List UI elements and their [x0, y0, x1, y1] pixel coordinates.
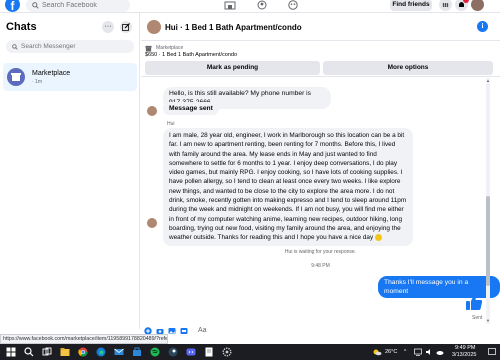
mark-as-pending-button[interactable]: Mark as pending — [145, 61, 320, 75]
message-timestamp: 9:48 PM — [311, 263, 330, 269]
network-icon[interactable] — [414, 348, 422, 356]
marketplace-nav-icon[interactable] — [224, 0, 236, 10]
more-options-button[interactable]: More options — [323, 61, 493, 75]
scroll-up-arrow-icon[interactable]: ▲ — [486, 78, 490, 83]
mail-icon[interactable] — [114, 347, 124, 357]
settings-gear-icon[interactable] — [222, 347, 232, 357]
message-scrollbar[interactable]: ▲ ▼ — [486, 78, 490, 324]
grid-icon — [442, 3, 449, 7]
gallery-icon[interactable] — [168, 327, 176, 335]
notification-center-icon[interactable] — [488, 348, 496, 356]
message-bubble-incoming-long: I am male, 28 year old, engineer, I work… — [163, 128, 413, 246]
find-friends-button[interactable]: Find friends — [390, 0, 432, 11]
marketplace-label: Marketplace — [156, 45, 184, 51]
link-status-url: https://www.facebook.com/marketplace/ite… — [0, 334, 168, 344]
compose-icon — [122, 23, 130, 31]
clock-date[interactable]: 3/13/2025 — [452, 352, 476, 358]
gif-sticker-icon[interactable] — [180, 327, 188, 335]
onedrive-cloud-icon[interactable] — [436, 348, 444, 356]
chats-sidebar: Chats ··· Marketplace · 1m — [0, 13, 140, 329]
search-icon — [12, 43, 18, 50]
discord-icon[interactable] — [186, 347, 196, 357]
marketplace-listing-banner: Marketplace $650 · 1 Bed 1 Bath Apartmen… — [141, 42, 500, 77]
search-icon[interactable] — [24, 347, 34, 357]
notification-badge — [463, 0, 469, 3]
top-navigation-bar: f Find friends — [0, 0, 500, 13]
scrollbar-thumb[interactable] — [486, 196, 490, 286]
weather-temperature[interactable]: 26°C — [385, 349, 397, 355]
messenger-search-box[interactable] — [6, 40, 134, 53]
listing-price-title[interactable]: $650 · 1 Bed 1 Bath Apartment/condo — [145, 52, 237, 58]
chat-options-button[interactable]: ··· — [102, 21, 114, 33]
contact-avatar[interactable] — [147, 20, 161, 34]
conversation-header: Hui · 1 Bed 1 Bath Apartment/condo i — [141, 13, 500, 41]
notepad-icon[interactable] — [204, 347, 214, 357]
scroll-down-arrow-icon[interactable]: ▼ — [486, 318, 490, 323]
weather-icon[interactable] — [372, 347, 382, 357]
notifications-button[interactable] — [455, 0, 469, 11]
facebook-search-box[interactable] — [26, 0, 130, 12]
info-icon[interactable]: i — [477, 21, 488, 32]
chat-item-name: Marketplace — [32, 70, 71, 77]
groups-nav-icon[interactable] — [256, 0, 268, 10]
windows-taskbar: 26°C ^ 9:49 PM 3/13/2025 — [0, 344, 500, 360]
menu-grid-button[interactable] — [439, 0, 452, 11]
facebook-logo-icon[interactable]: f — [5, 0, 20, 13]
chats-heading: Chats — [6, 21, 37, 33]
clock-time[interactable]: 9:49 PM — [455, 345, 475, 351]
new-message-button[interactable] — [120, 21, 132, 33]
chat-item-time: · 1m — [32, 79, 42, 85]
facebook-search-input[interactable] — [42, 1, 127, 9]
sender-name: Hui — [167, 121, 175, 127]
sent-status: Sent — [472, 315, 483, 321]
message-text: I am male, 28 year old, engineer, I work… — [169, 132, 407, 242]
steam-icon[interactable] — [168, 347, 178, 357]
waiting-response-text: Hui is waiting for your response. — [284, 249, 357, 255]
search-icon — [32, 1, 39, 9]
message-composer: Aa — [141, 325, 500, 339]
message-input-placeholder[interactable]: Aa — [198, 327, 207, 334]
thumbs-up-icon — [466, 294, 483, 310]
messenger-search-input[interactable] — [21, 43, 126, 50]
spotify-icon[interactable] — [150, 347, 160, 357]
contact-avatar-small — [147, 106, 157, 116]
marketplace-shop-icon — [7, 68, 25, 86]
task-view-icon[interactable] — [42, 347, 52, 357]
marketplace-shop-icon — [145, 45, 152, 52]
edge-icon[interactable] — [96, 347, 106, 357]
chrome-icon[interactable] — [78, 347, 88, 357]
gaming-nav-icon[interactable] — [287, 0, 299, 10]
smiley-emoji-icon — [374, 234, 382, 242]
volume-icon[interactable] — [425, 348, 433, 356]
tray-overflow-chevron-icon[interactable]: ^ — [404, 349, 406, 355]
file-explorer-icon[interactable] — [60, 347, 70, 357]
conversation-title[interactable]: Hui · 1 Bed 1 Bath Apartment/condo — [165, 23, 302, 32]
store-icon[interactable] — [132, 347, 142, 357]
message-thread: Hello, is this still available? My phone… — [141, 77, 500, 325]
chat-list-item-marketplace[interactable]: Marketplace · 1m — [3, 63, 137, 91]
profile-avatar[interactable] — [471, 0, 484, 11]
message-bubble-incoming: Message sent — [163, 102, 219, 115]
windows-start-icon[interactable] — [6, 347, 16, 357]
contact-avatar-small — [147, 218, 157, 228]
